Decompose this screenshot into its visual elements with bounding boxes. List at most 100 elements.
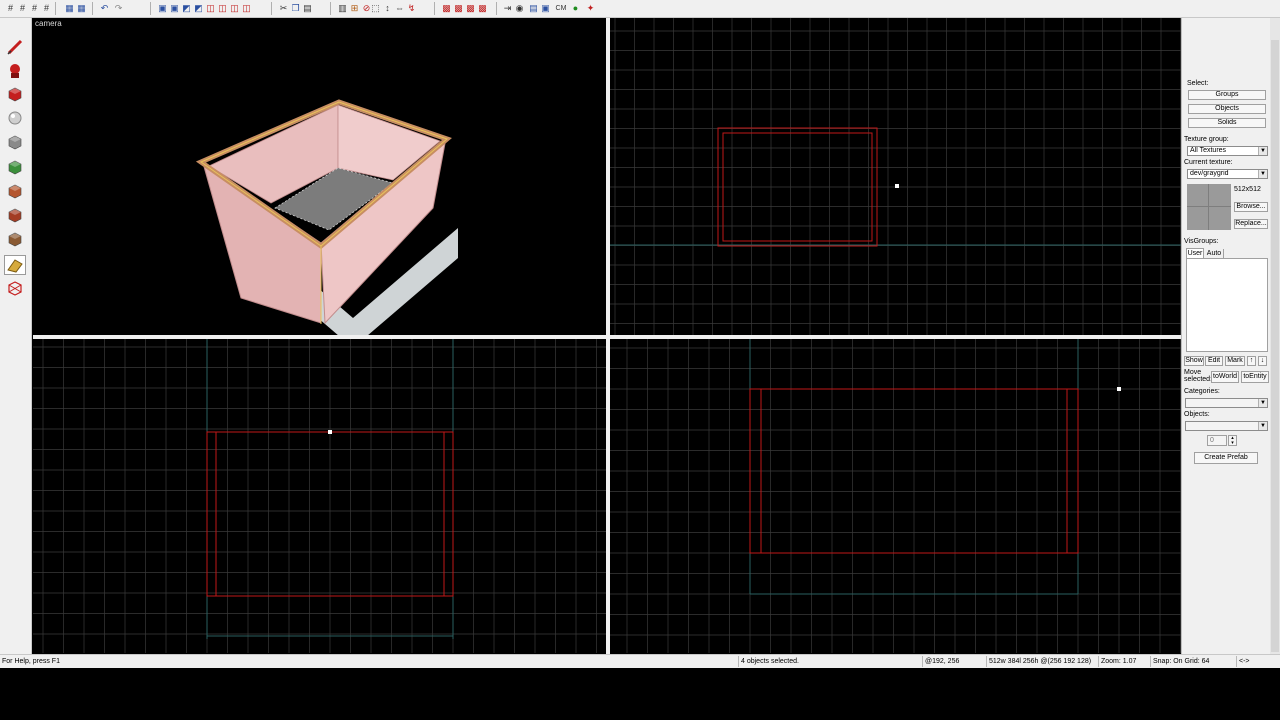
move-up-icon[interactable]: ↑ bbox=[1247, 356, 1256, 366]
texture-tool-icon[interactable] bbox=[4, 157, 26, 177]
grid-larger-icon[interactable]: # bbox=[41, 3, 52, 14]
copy-icon[interactable]: ❐ bbox=[290, 3, 301, 14]
to-world-button[interactable]: toWorld bbox=[1211, 371, 1239, 383]
hollow-icon[interactable]: ◫ bbox=[217, 3, 228, 14]
texture-lock-icon[interactable]: ◫ bbox=[229, 3, 240, 14]
bounding-box-icon[interactable]: ⬚ bbox=[370, 3, 381, 14]
block-tool-icon[interactable] bbox=[4, 132, 26, 152]
resize-icon[interactable]: ↕ bbox=[382, 3, 393, 14]
top-viewport[interactable] bbox=[610, 18, 1181, 335]
grid-lines bbox=[610, 18, 1181, 335]
scrollbar-thumb[interactable] bbox=[1271, 40, 1279, 652]
tab-auto[interactable]: Auto bbox=[1205, 249, 1224, 258]
edit-button[interactable]: Edit bbox=[1205, 356, 1223, 366]
move-selected-label-2: selected: bbox=[1184, 376, 1213, 383]
toolbar-separator bbox=[150, 2, 151, 15]
move-down-icon[interactable]: ↓ bbox=[1258, 356, 1267, 366]
create-prefab-button[interactable]: Create Prefab bbox=[1194, 452, 1258, 464]
status-snap: Snap: On Grid: 64 bbox=[1150, 656, 1236, 667]
to-entity-button[interactable]: toEntity bbox=[1241, 371, 1269, 383]
hide-selected-icon[interactable]: ◩ bbox=[181, 3, 192, 14]
entity-tool-icon[interactable] bbox=[4, 108, 26, 128]
groups-button[interactable]: Groups bbox=[1188, 90, 1266, 100]
pivot-handle[interactable] bbox=[895, 184, 899, 188]
object-index-stepper[interactable]: ▴ ▾ bbox=[1228, 435, 1237, 446]
camera-tool-icon[interactable] bbox=[4, 84, 26, 104]
chevron-down-icon: ▼ bbox=[1258, 399, 1267, 407]
hide-unselected-icon[interactable]: ◩ bbox=[193, 3, 204, 14]
flip-icon[interactable]: ◫ bbox=[241, 3, 252, 14]
viewport-splitter-vertical[interactable] bbox=[606, 18, 610, 654]
texture-preview[interactable] bbox=[1187, 184, 1231, 230]
categories-select[interactable]: ▼ bbox=[1185, 398, 1268, 408]
show-button[interactable]: Show bbox=[1184, 356, 1204, 366]
replace-button[interactable]: Replace... bbox=[1234, 219, 1268, 229]
apply-texture-icon[interactable] bbox=[4, 181, 26, 201]
wrap-icon[interactable]: ↯ bbox=[406, 3, 417, 14]
visgroups-list[interactable] bbox=[1186, 258, 1268, 352]
current-texture-select[interactable]: dev/graygrid ▼ bbox=[1187, 169, 1268, 179]
align-icon[interactable]: ⊞ bbox=[349, 3, 360, 14]
status-help: For Help, press F1 bbox=[2, 658, 60, 665]
cut-icon[interactable]: ✂ bbox=[278, 3, 289, 14]
compile-icon[interactable]: ▩ bbox=[465, 3, 476, 14]
chevron-down-icon: ▼ bbox=[1258, 422, 1267, 430]
redo-icon[interactable]: ↷ bbox=[113, 3, 124, 14]
load-window-state-icon[interactable]: ▦ bbox=[64, 3, 75, 14]
select-label: Select: bbox=[1187, 80, 1209, 87]
carve-icon[interactable]: ◫ bbox=[205, 3, 216, 14]
panel-scrollbar[interactable] bbox=[1270, 18, 1280, 654]
snap-to-grid-icon[interactable]: ▥ bbox=[337, 3, 348, 14]
chevron-down-icon: ▼ bbox=[1258, 147, 1267, 155]
sphere-icon[interactable]: ● bbox=[570, 3, 581, 14]
toolbar-separator bbox=[330, 2, 331, 15]
side-viewport[interactable] bbox=[610, 339, 1181, 653]
selection-tool-icon[interactable] bbox=[4, 37, 26, 57]
grid-3d-icon[interactable]: # bbox=[17, 3, 28, 14]
objects-label: Objects: bbox=[1184, 411, 1210, 418]
toggle-models-icon[interactable]: ◉ bbox=[514, 3, 525, 14]
check-problems-icon[interactable]: ▩ bbox=[453, 3, 464, 14]
run-map-icon[interactable]: ▩ bbox=[477, 3, 488, 14]
cm-icon[interactable]: CM bbox=[554, 3, 568, 14]
visgroups-label: VisGroups: bbox=[1184, 238, 1219, 245]
grid-smaller-icon[interactable]: # bbox=[29, 3, 40, 14]
vertex-tool-icon[interactable] bbox=[4, 278, 26, 298]
camera-viewport[interactable]: camera bbox=[33, 18, 606, 335]
front-2d-view bbox=[33, 339, 606, 653]
toolbar-separator bbox=[434, 2, 435, 15]
cubemap-icon[interactable]: ▣ bbox=[540, 3, 551, 14]
objects-button[interactable]: Objects bbox=[1188, 104, 1266, 114]
objects-select[interactable]: ▼ bbox=[1185, 421, 1268, 431]
overlay-tool-icon[interactable] bbox=[4, 229, 26, 249]
grid-toggle-icon[interactable]: # bbox=[5, 3, 16, 14]
front-viewport[interactable] bbox=[33, 339, 606, 653]
texture-group-value: All Textures bbox=[1190, 147, 1227, 154]
undo-icon[interactable]: ↶ bbox=[99, 3, 110, 14]
goto-brush-icon[interactable]: ⇥ bbox=[502, 3, 513, 14]
solids-button[interactable]: Solids bbox=[1188, 118, 1266, 128]
tool-palette bbox=[0, 18, 32, 654]
pivot-handle[interactable] bbox=[1117, 387, 1121, 391]
camera-label: camera bbox=[35, 19, 62, 28]
browse-button[interactable]: Browse... bbox=[1234, 202, 1268, 212]
group-icon[interactable]: ▣ bbox=[157, 3, 168, 14]
arrange-icon[interactable]: ⇔ bbox=[394, 3, 405, 14]
save-window-state-icon[interactable]: ▦ bbox=[76, 3, 87, 14]
texture-group-select[interactable]: All Textures ▼ bbox=[1187, 146, 1268, 156]
clip-tool-icon[interactable] bbox=[4, 255, 26, 275]
ungroup-icon[interactable]: ▣ bbox=[169, 3, 180, 14]
magnify-tool-icon[interactable] bbox=[4, 61, 26, 81]
toggle-decals-icon[interactable]: ▤ bbox=[528, 3, 539, 14]
decal-tool-icon[interactable] bbox=[4, 205, 26, 225]
paste-icon[interactable]: ▤ bbox=[302, 3, 313, 14]
object-index-input[interactable]: 0 bbox=[1207, 435, 1227, 446]
entity-report-icon[interactable]: ▩ bbox=[441, 3, 452, 14]
status-selection: 4 objects selected. bbox=[738, 656, 922, 667]
mark-button[interactable]: Mark bbox=[1225, 356, 1245, 366]
fire-icon[interactable]: ✦ bbox=[585, 3, 596, 14]
object-properties-panel: Select: Groups Objects Solids Texture gr… bbox=[1181, 18, 1271, 654]
status-extra: <-> bbox=[1236, 656, 1270, 667]
camera-3d-view bbox=[195, 99, 458, 335]
pivot-handle[interactable] bbox=[328, 430, 332, 434]
